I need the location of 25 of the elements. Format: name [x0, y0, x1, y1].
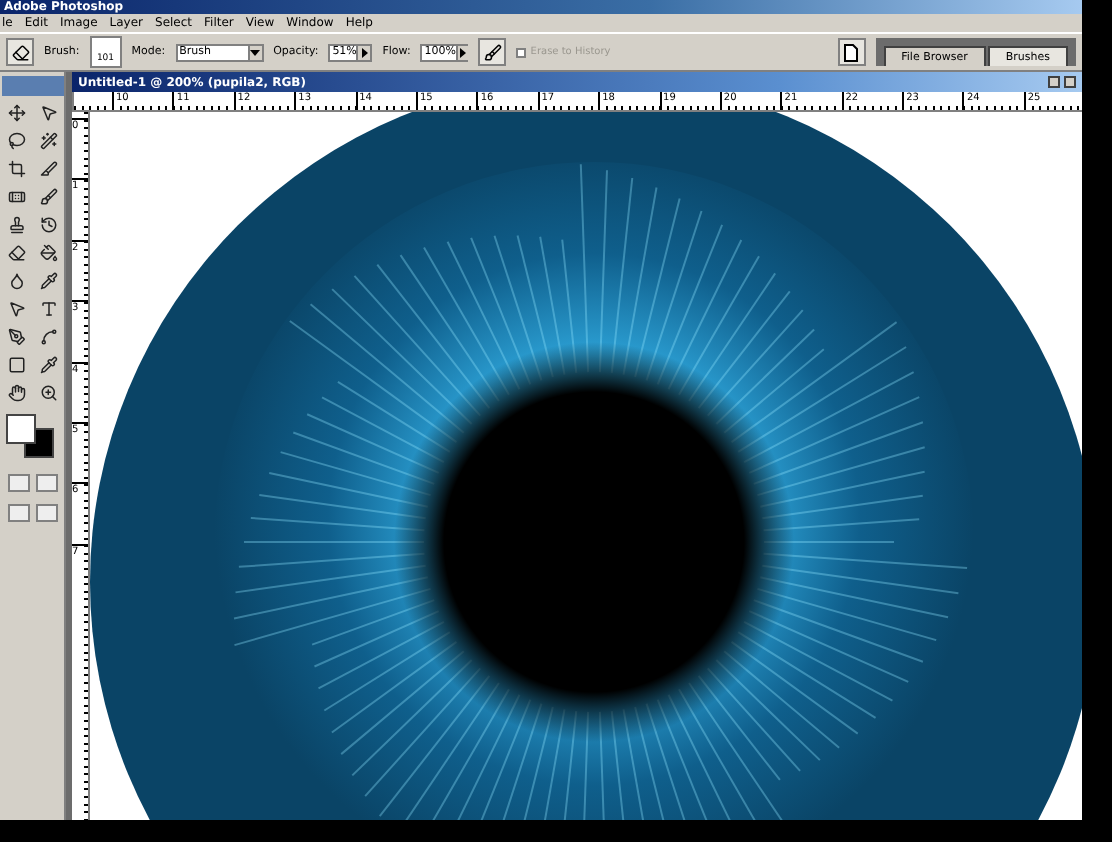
toolbox-header — [1, 76, 63, 96]
document-icon — [844, 43, 859, 61]
color-swatches-icon[interactable] — [6, 414, 54, 458]
brush-tool-icon[interactable] — [35, 184, 61, 208]
quick-mask-icon[interactable] — [35, 474, 57, 492]
slice-tool-icon[interactable] — [35, 156, 61, 180]
eraser-tool-icon[interactable] — [3, 240, 29, 264]
new-document-button[interactable] — [837, 38, 866, 66]
screen-mode-icon[interactable] — [7, 504, 29, 522]
pen-tool-icon[interactable] — [3, 324, 29, 348]
minimize-button[interactable] — [1048, 76, 1060, 88]
caret-icon[interactable] — [458, 47, 469, 57]
caret-icon[interactable] — [359, 47, 370, 57]
move-tool-icon[interactable] — [3, 100, 29, 124]
wand-tool-icon[interactable] — [35, 128, 61, 152]
lasso-tool-icon[interactable] — [3, 128, 29, 152]
airbrush-button[interactable] — [478, 38, 507, 66]
eraser-preset-button[interactable] — [6, 38, 34, 66]
maximize-button[interactable] — [1064, 76, 1076, 88]
bucket-tool-icon[interactable] — [35, 240, 61, 264]
full-screen-icon[interactable] — [35, 504, 57, 522]
crop-tool-icon[interactable] — [3, 156, 29, 180]
hand-tool-icon[interactable] — [3, 380, 29, 404]
standard-mode-icon[interactable] — [7, 474, 29, 492]
caret-icon[interactable] — [250, 47, 261, 57]
